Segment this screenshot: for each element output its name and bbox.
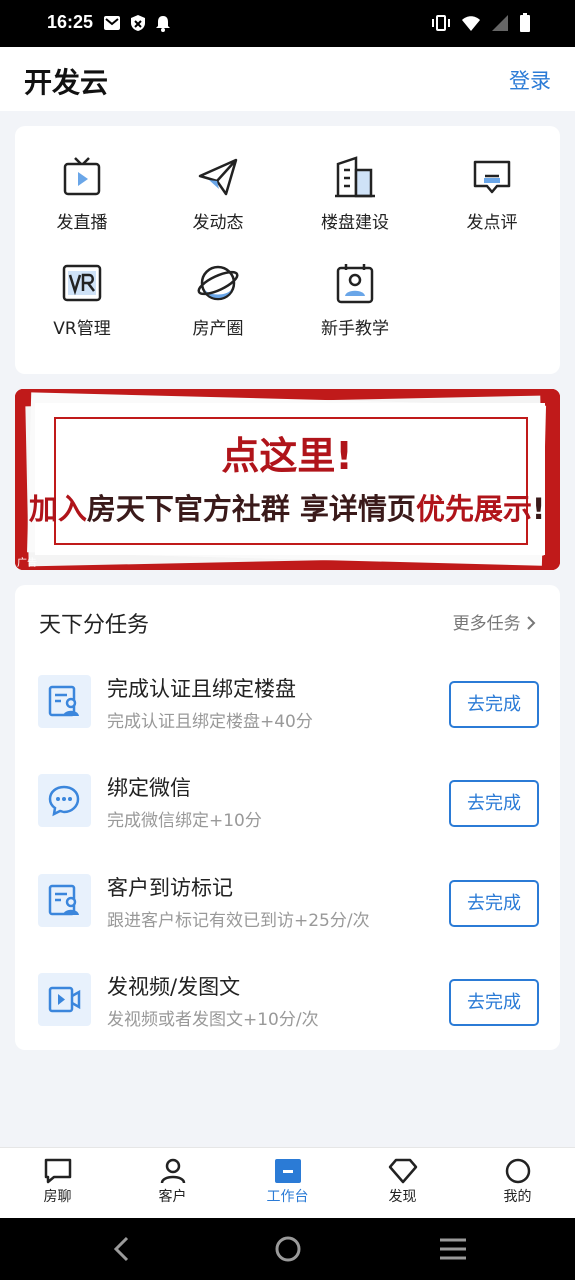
task-item: 完成认证且绑定楼盘 完成认证且绑定楼盘+40分 去完成	[15, 661, 560, 741]
tasks-card: 天下分任务 更多任务 完成认证且绑定楼盘 完成认证且绑定楼盘+40分 去完成 绑…	[15, 585, 560, 1050]
chat-icon	[44, 1158, 71, 1184]
task-item: 绑定微信 完成微信绑定+10分 去完成	[15, 760, 560, 840]
task-title: 发视频/发图文	[107, 975, 241, 999]
tab-workbench[interactable]: 工作台	[230, 1148, 345, 1219]
grid-item-vr[interactable]: VR管理	[22, 262, 142, 339]
wifi-icon	[462, 16, 480, 31]
tasks-title: 天下分任务	[39, 613, 150, 638]
page-title: 开发云	[24, 66, 109, 99]
app-header: 开发云 登录	[0, 47, 575, 111]
system-nav-bar	[0, 1218, 575, 1280]
task-complete-button[interactable]: 去完成	[449, 979, 539, 1026]
vibrate-icon	[432, 15, 450, 31]
tab-discover[interactable]: 发现	[345, 1148, 460, 1219]
grid-item-review[interactable]: 发点评	[432, 156, 552, 233]
paper-plane-icon	[198, 158, 238, 196]
grid-item-label: 楼盘建设	[321, 213, 389, 233]
shield-icon	[131, 15, 145, 31]
bottom-tab-bar: 房聊 客户 工作台 发现 我的	[0, 1147, 575, 1219]
tab-customers[interactable]: 客户	[115, 1148, 230, 1219]
back-icon[interactable]	[111, 1235, 131, 1263]
grid-item-live[interactable]: 发直播	[22, 156, 142, 233]
task-subtitle: 完成微信绑定+10分	[107, 811, 262, 831]
tab-label: 客户	[158, 1189, 187, 1205]
task-complete-button[interactable]: 去完成	[449, 681, 539, 728]
grid-item-building[interactable]: 楼盘建设	[295, 156, 415, 233]
live-tv-icon	[63, 157, 101, 196]
shortcut-grid: 发直播 发动态 楼盘建设 发点评 VR管理 房产圈 新手教学	[15, 126, 560, 374]
more-tasks-link[interactable]: 更多任务	[453, 609, 536, 634]
grid-item-label: VR管理	[53, 319, 111, 339]
task-title: 完成认证且绑定楼盘	[107, 677, 296, 701]
banner-tagline-part: 优先展示	[416, 492, 532, 526]
profile-circle-icon	[505, 1158, 530, 1184]
video-icon	[38, 973, 91, 1026]
task-subtitle: 发视频或者发图文+10分/次	[107, 1010, 319, 1030]
comment-icon	[473, 160, 511, 194]
ad-tag: 广告	[17, 558, 37, 569]
banner-headline: 点这里!	[221, 434, 352, 478]
tab-house-chat[interactable]: 房聊	[0, 1148, 115, 1219]
promo-banner[interactable]: 点这里! 加入房天下官方社群 享详情页优先展示! 广告	[15, 389, 560, 570]
banner-tagline: 加入房天下官方社群 享详情页优先展示!	[29, 492, 545, 526]
status-bar: 16:25	[0, 0, 575, 47]
task-title: 客户到访标记	[107, 876, 233, 900]
task-title: 绑定微信	[107, 776, 191, 800]
banner-tagline-part: 房天下官方社群 享详情页	[87, 492, 416, 526]
vr-icon	[62, 264, 102, 302]
grid-item-tutorial[interactable]: 新手教学	[295, 262, 415, 339]
id-card-icon	[38, 874, 91, 927]
grid-item-label: 房产圈	[192, 319, 244, 339]
chevron-right-icon	[527, 616, 536, 630]
tab-label: 房聊	[43, 1189, 72, 1205]
grid-item-label: 新手教学	[321, 319, 389, 339]
login-button[interactable]: 登录	[509, 65, 551, 95]
more-tasks-label: 更多任务	[452, 614, 521, 634]
battery-icon	[520, 13, 530, 32]
tab-label: 我的	[503, 1189, 532, 1205]
task-subtitle: 跟进客户标记有效已到访+25分/次	[107, 911, 370, 931]
tutorial-icon	[336, 264, 374, 304]
chat-bubble-icon	[38, 774, 91, 827]
mail-icon	[104, 16, 120, 30]
status-time: 16:25	[47, 12, 94, 32]
task-item: 客户到访标记 跟进客户标记有效已到访+25分/次 去完成	[15, 860, 560, 940]
grid-item-label: 发直播	[56, 213, 108, 233]
task-complete-button[interactable]: 去完成	[449, 880, 539, 927]
person-icon	[160, 1158, 185, 1184]
grid-item-label: 发动态	[192, 213, 244, 233]
recents-menu-icon[interactable]	[439, 1237, 467, 1261]
task-item: 发视频/发图文 发视频或者发图文+10分/次 去完成	[15, 959, 560, 1039]
grid-item-label: 发点评	[466, 213, 518, 233]
task-subtitle: 完成认证且绑定楼盘+40分	[107, 712, 313, 732]
banner-tagline-part: 加入	[29, 492, 87, 526]
task-complete-button[interactable]: 去完成	[449, 780, 539, 827]
diamond-icon	[388, 1158, 417, 1184]
banner-graphic: 点这里! 加入房天下官方社群 享详情页优先展示!	[15, 389, 560, 570]
banner-tagline-part: !	[532, 492, 545, 526]
grid-item-post[interactable]: 发动态	[158, 156, 278, 233]
signal-icon	[492, 15, 508, 31]
bell-icon	[156, 16, 170, 32]
tab-label: 工作台	[266, 1189, 309, 1205]
workbench-icon	[274, 1159, 301, 1183]
grid-item-circle[interactable]: 房产圈	[158, 262, 278, 339]
id-card-icon	[38, 675, 91, 728]
tab-profile[interactable]: 我的	[460, 1148, 575, 1219]
building-icon	[335, 156, 375, 198]
planet-icon	[197, 265, 239, 301]
home-icon[interactable]	[274, 1235, 302, 1263]
tab-label: 发现	[388, 1189, 417, 1205]
